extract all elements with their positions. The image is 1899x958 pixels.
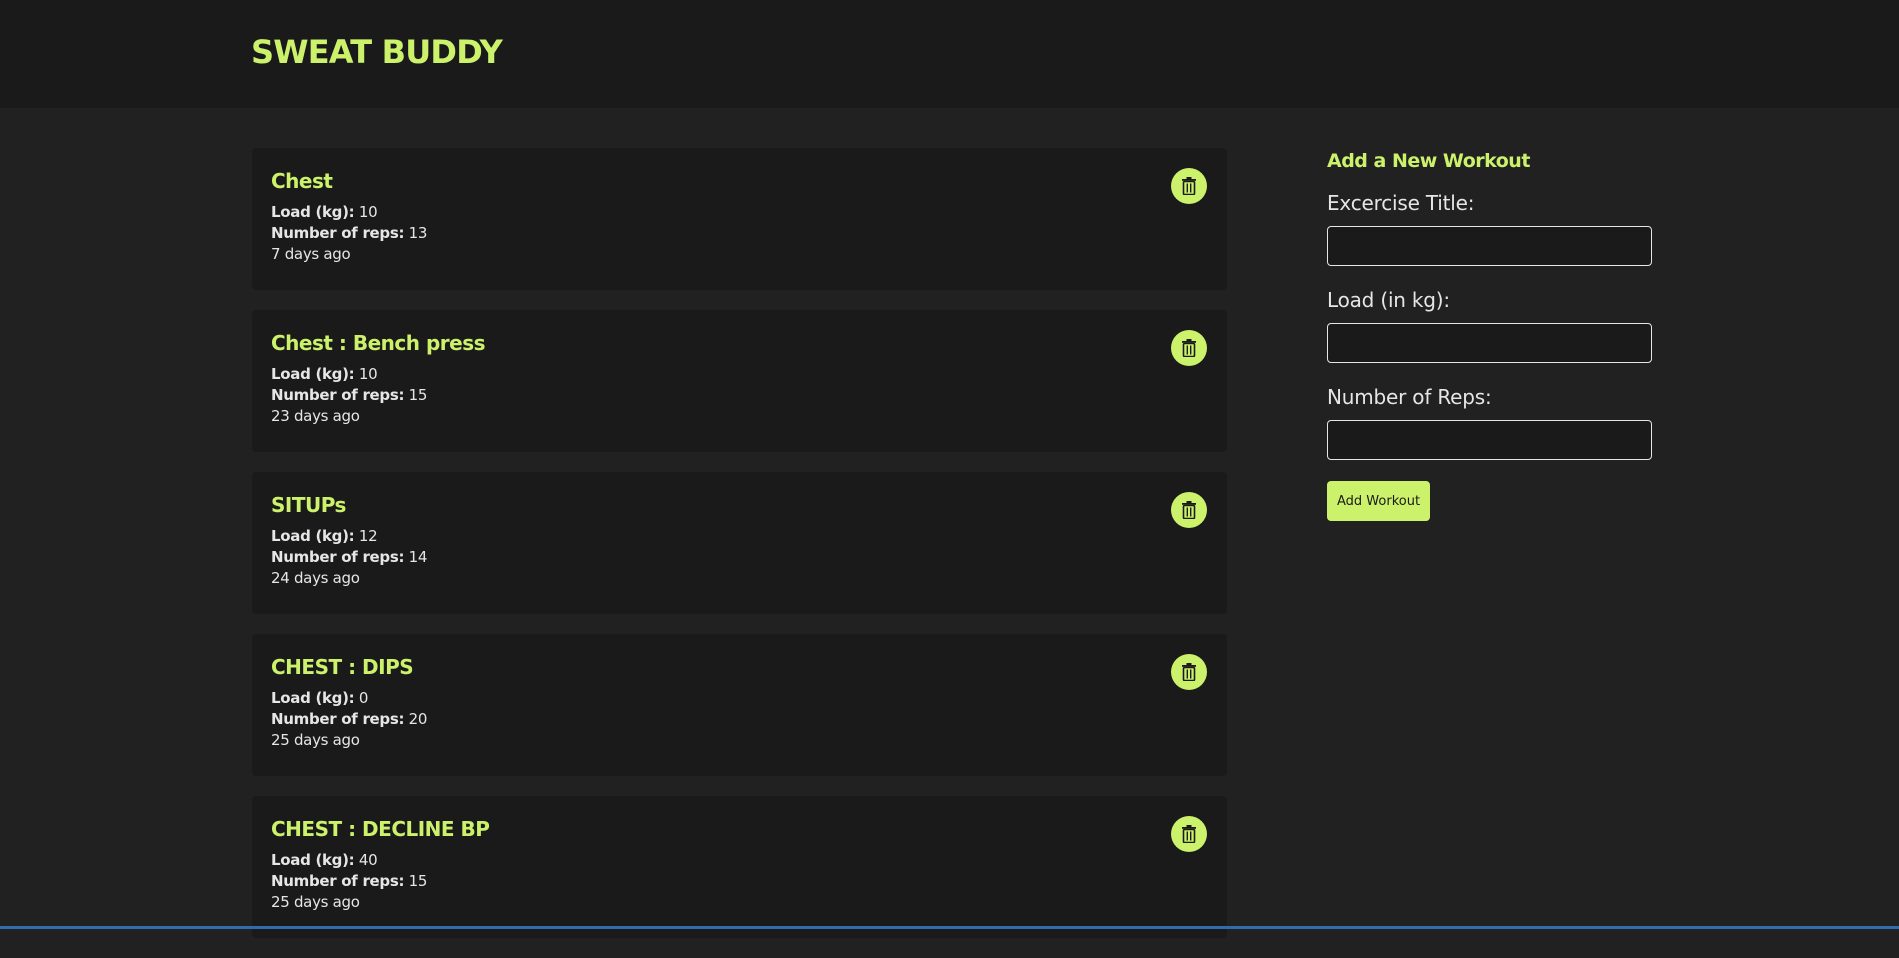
reps-input[interactable] <box>1327 420 1652 460</box>
reps-label: Number of reps: <box>271 872 405 890</box>
app-logo-title[interactable]: SWEAT BUDDY <box>251 32 503 72</box>
reps-value: 15 <box>408 872 428 890</box>
workout-load: Load (kg): 10 <box>271 364 1227 385</box>
add-workout-form: Add a New Workout Excercise Title: Load … <box>1327 148 1652 521</box>
load-input[interactable] <box>1327 323 1652 363</box>
reps-value: 14 <box>408 548 428 566</box>
reps-value: 13 <box>408 224 428 242</box>
workout-reps: Number of reps: 14 <box>271 547 1227 568</box>
load-label: Load (kg): <box>271 527 355 545</box>
delete-workout-button[interactable] <box>1171 654 1207 690</box>
workout-title: Chest <box>271 169 333 193</box>
workout-timestamp: 23 days ago <box>271 407 360 425</box>
reps-label: Number of reps: <box>271 224 405 242</box>
reps-label: Number of reps: <box>271 386 405 404</box>
workout-timestamp: 24 days ago <box>271 569 360 587</box>
workout-card: Chest : Bench press Load (kg): 10 Number… <box>252 310 1227 452</box>
delete-workout-button[interactable] <box>1171 816 1207 852</box>
workout-load: Load (kg): 10 <box>271 202 1227 223</box>
workout-load: Load (kg): 40 <box>271 850 1227 871</box>
workout-timestamp: 25 days ago <box>271 731 360 749</box>
workout-card: CHEST : DECLINE BP Load (kg): 40 Number … <box>252 796 1227 938</box>
reps-label: Number of reps: <box>271 548 405 566</box>
workout-title: CHEST : DIPS <box>271 655 414 679</box>
add-workout-button[interactable]: Add Workout <box>1327 481 1431 521</box>
delete-workout-button[interactable] <box>1171 330 1207 366</box>
load-value: 0 <box>358 689 369 707</box>
reps-label: Number of reps: <box>271 710 405 728</box>
load-label: Load (kg): <box>271 851 355 869</box>
exercise-title-label: Excercise Title: <box>1327 191 1475 215</box>
workout-reps: Number of reps: 20 <box>271 709 1227 730</box>
workout-timestamp: 7 days ago <box>271 245 351 263</box>
workout-title: Chest : Bench press <box>271 331 486 355</box>
workout-reps: Number of reps: 15 <box>271 871 1227 892</box>
workout-timestamp: 25 days ago <box>271 893 360 911</box>
workout-card: CHEST : DIPS Load (kg): 0 Number of reps… <box>252 634 1227 776</box>
load-label: Load (kg): <box>271 203 355 221</box>
delete-workout-button[interactable] <box>1171 168 1207 204</box>
reps-label: Number of Reps: <box>1327 385 1492 409</box>
workout-title: SITUPs <box>271 493 346 517</box>
trash-icon <box>1182 501 1196 519</box>
trash-icon <box>1182 177 1196 195</box>
trash-icon <box>1182 339 1196 357</box>
form-title: Add a New Workout <box>1327 150 1530 172</box>
load-label: Load (in kg): <box>1327 288 1450 312</box>
workouts-list: Chest Load (kg): 10 Number of reps: 13 7… <box>252 148 1227 958</box>
workout-load: Load (kg): 12 <box>271 526 1227 547</box>
delete-workout-button[interactable] <box>1171 492 1207 528</box>
load-value: 40 <box>358 851 378 869</box>
workout-title: CHEST : DECLINE BP <box>271 817 490 841</box>
load-value: 10 <box>358 365 378 383</box>
load-label: Load (kg): <box>271 689 355 707</box>
workout-load: Load (kg): 0 <box>271 688 1227 709</box>
workout-reps: Number of reps: 13 <box>271 223 1227 244</box>
trash-icon <box>1182 825 1196 843</box>
workout-card: SITUPs Load (kg): 12 Number of reps: 14 … <box>252 472 1227 614</box>
top-navbar: SWEAT BUDDY <box>0 0 1899 108</box>
exercise-title-input[interactable] <box>1327 226 1652 266</box>
load-label: Load (kg): <box>271 365 355 383</box>
reps-value: 15 <box>408 386 428 404</box>
trash-icon <box>1182 663 1196 681</box>
load-value: 10 <box>358 203 378 221</box>
workout-card: Chest Load (kg): 10 Number of reps: 13 7… <box>252 148 1227 290</box>
workout-reps: Number of reps: 15 <box>271 385 1227 406</box>
load-value: 12 <box>358 527 378 545</box>
reps-value: 20 <box>408 710 428 728</box>
